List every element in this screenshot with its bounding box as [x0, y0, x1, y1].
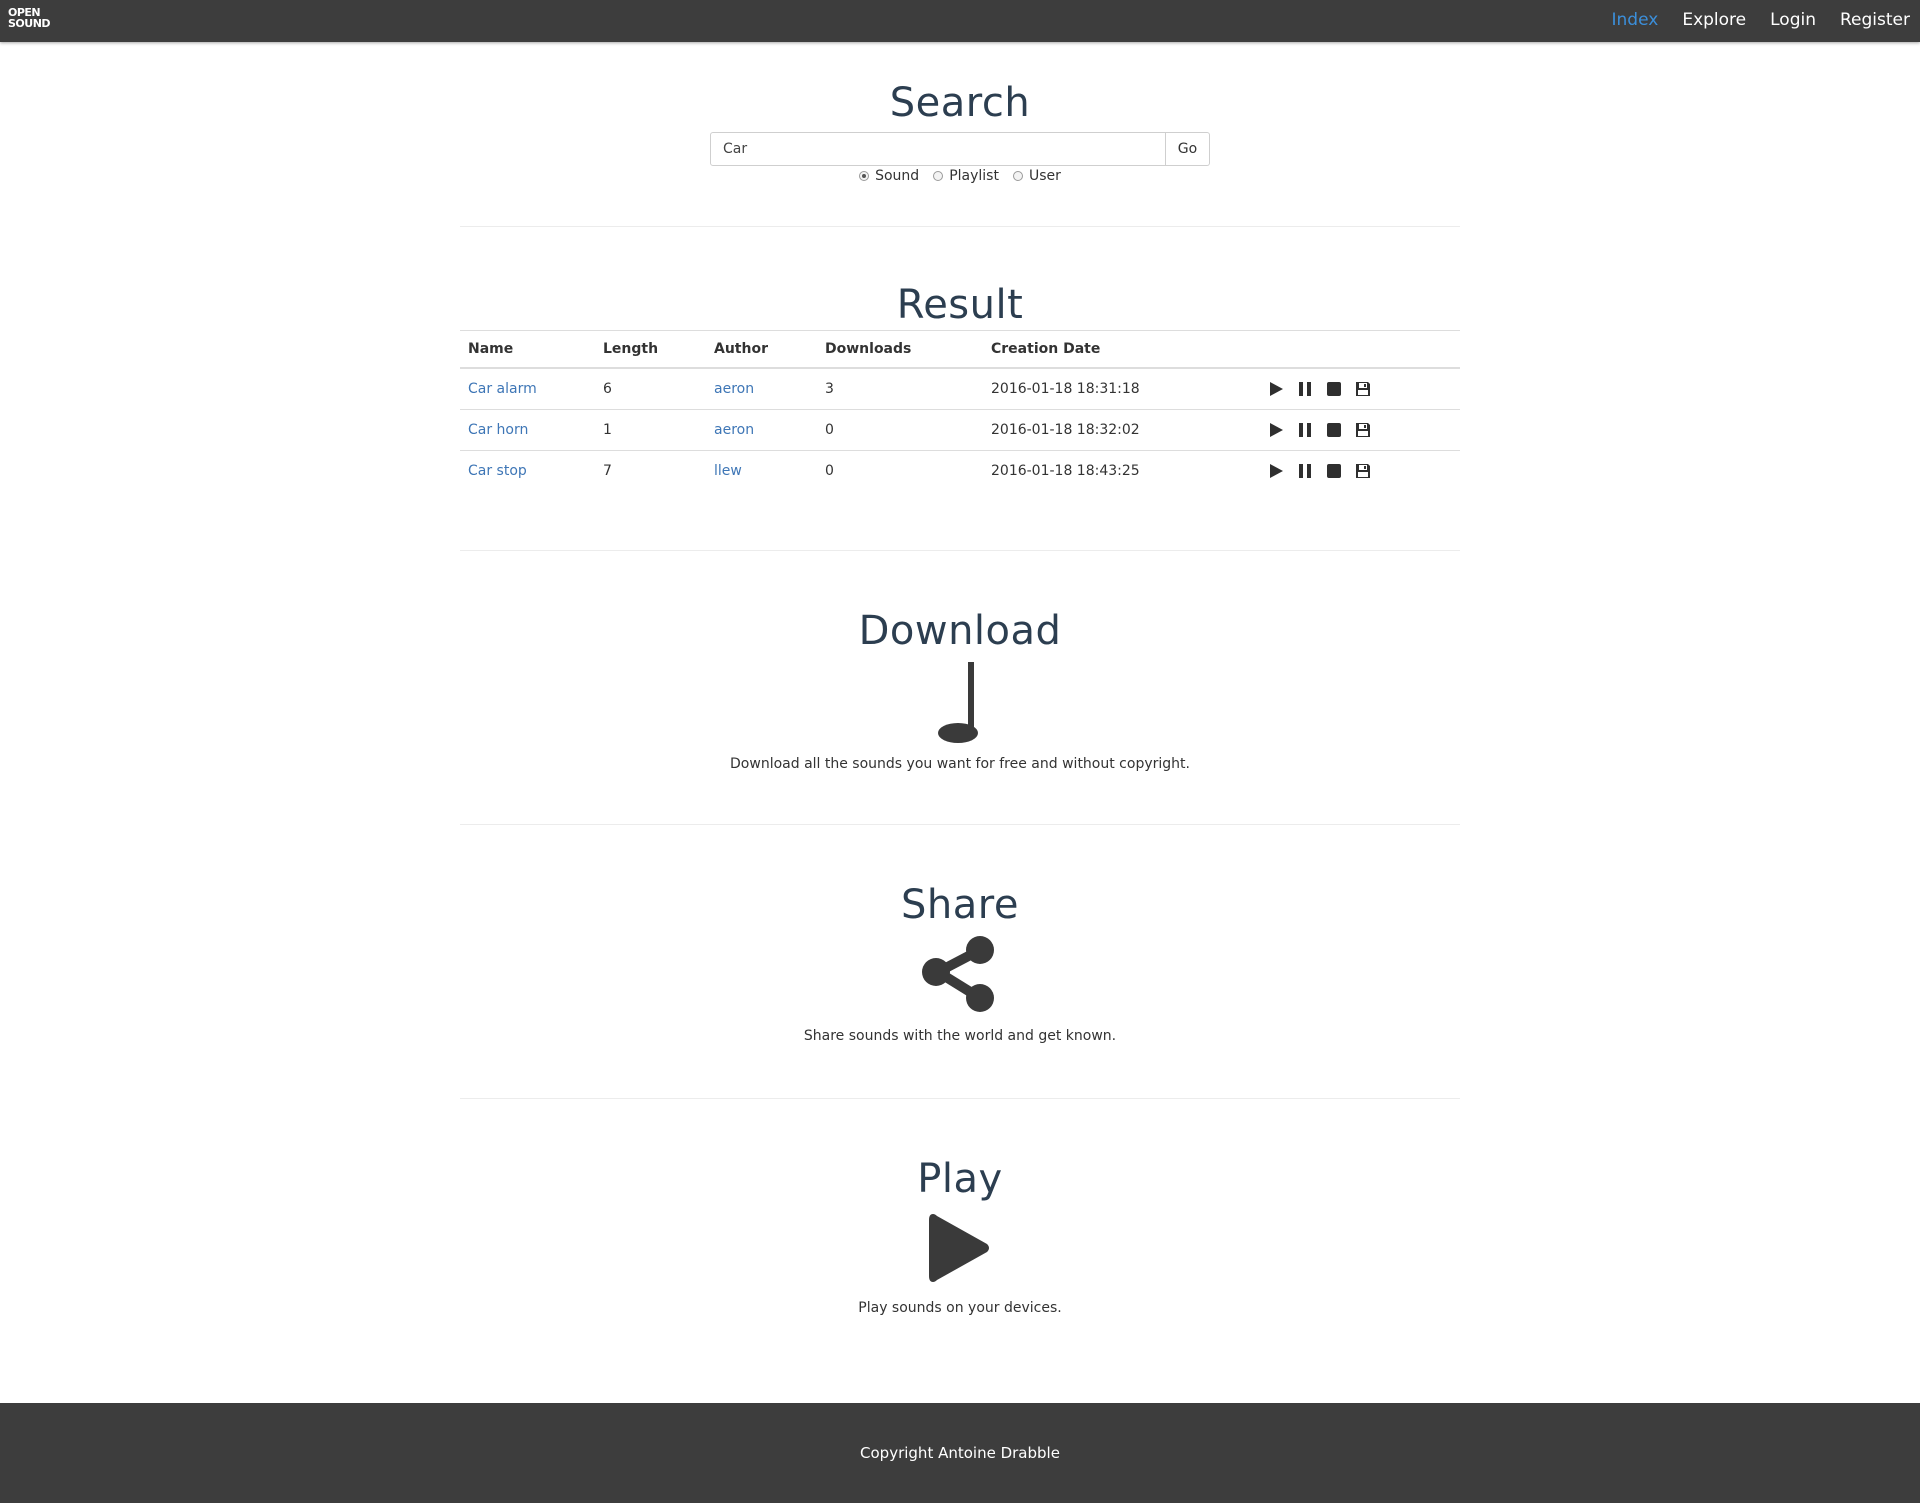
cell-downloads-text: 3 — [825, 381, 834, 397]
cell-length: 6 — [595, 368, 706, 410]
cell-name-text[interactable]: Car alarm — [468, 381, 537, 397]
col-header-actions — [1239, 330, 1460, 369]
go-button[interactable]: Go — [1166, 132, 1210, 166]
cell-creation-date-text: 2016-01-18 18:31:18 — [991, 381, 1140, 397]
cell-name-text[interactable]: Car horn — [468, 422, 528, 438]
cell-downloads-text: 0 — [825, 422, 834, 438]
divider — [460, 550, 1460, 551]
search-title: Search — [889, 80, 1031, 126]
stop-icon[interactable] — [1325, 421, 1343, 439]
cell-length-text: 6 — [603, 381, 612, 397]
cell-creation-date: 2016-01-18 18:32:02 — [983, 409, 1239, 451]
col-header-downloads: Downloads — [817, 330, 983, 369]
music-note-icon — [938, 662, 978, 743]
share-icon — [922, 936, 994, 1012]
nav-links: Index Explore Login Register — [1600, 0, 1920, 42]
result-title: Result — [896, 282, 1024, 328]
cell-name-text[interactable]: Car stop — [468, 463, 527, 479]
stop-icon[interactable] — [1325, 462, 1343, 480]
cell-length: 1 — [595, 409, 706, 451]
cell-length-text: 1 — [603, 422, 612, 438]
play-icon — [929, 1214, 989, 1282]
cell-name: Car stop — [460, 451, 595, 492]
table-header-row: Name Length Author Downloads Creation Da… — [460, 330, 1460, 369]
cell-author-text[interactable]: aeron — [714, 422, 754, 438]
share-section: Share Share sounds with the world and ge… — [460, 882, 1460, 1044]
cell-downloads-text: 0 — [825, 463, 834, 479]
logo-line2: SOUND — [8, 17, 51, 30]
table-row: Car alarm 6 aeron 3 2016-01-18 18:31:18 — [460, 368, 1460, 410]
col-header-creation-date: Creation Date — [983, 330, 1239, 369]
table-row: Car stop 7 llew 0 2016-01-18 18:43:25 — [460, 451, 1460, 492]
play-text: Play sounds on your devices. — [858, 1300, 1062, 1316]
cell-name: Car alarm — [460, 368, 595, 410]
radio-sound-label: Sound — [875, 168, 920, 184]
cell-downloads: 0 — [817, 451, 983, 492]
cell-creation-date: 2016-01-18 18:31:18 — [983, 368, 1239, 410]
cell-actions — [1239, 368, 1460, 410]
nav-link-register[interactable]: Register — [1828, 0, 1920, 42]
cell-name: Car horn — [460, 409, 595, 451]
cell-creation-date-text: 2016-01-18 18:32:02 — [991, 422, 1140, 438]
divider — [460, 226, 1460, 227]
radio-user-label: User — [1028, 168, 1061, 184]
cell-creation-date: 2016-01-18 18:43:25 — [983, 451, 1239, 492]
radio-user-dot[interactable] — [1012, 171, 1023, 181]
results-table: Name Length Author Downloads Creation Da… — [460, 330, 1460, 491]
share-text: Share sounds with the world and get know… — [803, 1028, 1117, 1044]
cell-author-text[interactable]: aeron — [714, 381, 754, 397]
nav-link-login[interactable]: Login — [1758, 0, 1828, 42]
cell-downloads: 3 — [817, 368, 983, 410]
col-header-name: Name — [460, 330, 595, 369]
play-title: Play — [917, 1156, 1003, 1202]
pause-icon[interactable] — [1296, 380, 1314, 398]
cell-length-text: 7 — [603, 463, 612, 479]
radio-playlist[interactable]: Playlist — [933, 168, 999, 184]
radio-sound-dot[interactable] — [859, 171, 870, 181]
navbar: OPEN SOUND Index Explore Login Register — [0, 0, 1920, 42]
logo[interactable]: OPEN SOUND — [8, 7, 51, 35]
save-icon[interactable] — [1354, 380, 1372, 398]
nav-link-index[interactable]: Index — [1600, 0, 1671, 42]
footer: Copyright Antoine Drabble — [0, 1403, 1920, 1503]
cell-creation-date-text: 2016-01-18 18:43:25 — [991, 463, 1140, 479]
play-icon[interactable] — [1267, 421, 1285, 439]
play-icon[interactable] — [1267, 462, 1285, 480]
footer-copyright: Copyright Antoine Drabble — [860, 1444, 1060, 1462]
play-icon[interactable] — [1267, 380, 1285, 398]
radio-playlist-label: Playlist — [949, 168, 999, 184]
cell-author: llew — [706, 451, 817, 492]
cell-author: aeron — [706, 409, 817, 451]
search-type-radios: Sound Playlist User — [460, 168, 1460, 184]
cell-downloads: 0 — [817, 409, 983, 451]
download-title: Download — [858, 608, 1062, 654]
search-section: Search — [460, 80, 1460, 126]
cell-author-text[interactable]: llew — [714, 463, 742, 479]
cell-author: aeron — [706, 368, 817, 410]
download-text: Download all the sounds you want for fre… — [730, 756, 1190, 772]
nav-link-explore[interactable]: Explore — [1670, 0, 1758, 42]
share-title: Share — [901, 882, 1019, 928]
save-icon[interactable] — [1354, 421, 1372, 439]
col-header-author: Author — [706, 330, 817, 369]
divider — [460, 824, 1460, 825]
radio-sound[interactable]: Sound — [859, 168, 919, 184]
play-section: Play Play sounds on your devices. — [460, 1156, 1460, 1316]
download-section: Download Download all the sounds you wan… — [460, 608, 1460, 772]
search-form: Go — [710, 132, 1210, 166]
radio-user[interactable]: User — [1012, 168, 1061, 184]
divider — [460, 1098, 1460, 1099]
radio-playlist-dot[interactable] — [933, 171, 944, 181]
table-row: Car horn 1 aeron 0 2016-01-18 18:32:02 — [460, 409, 1460, 451]
cell-actions — [1239, 451, 1460, 492]
search-input[interactable] — [710, 132, 1166, 166]
cell-length: 7 — [595, 451, 706, 492]
pause-icon[interactable] — [1296, 421, 1314, 439]
col-header-length: Length — [595, 330, 706, 369]
stop-icon[interactable] — [1325, 380, 1343, 398]
save-icon[interactable] — [1354, 462, 1372, 480]
cell-actions — [1239, 409, 1460, 451]
result-section: Result — [460, 282, 1460, 328]
pause-icon[interactable] — [1296, 462, 1314, 480]
